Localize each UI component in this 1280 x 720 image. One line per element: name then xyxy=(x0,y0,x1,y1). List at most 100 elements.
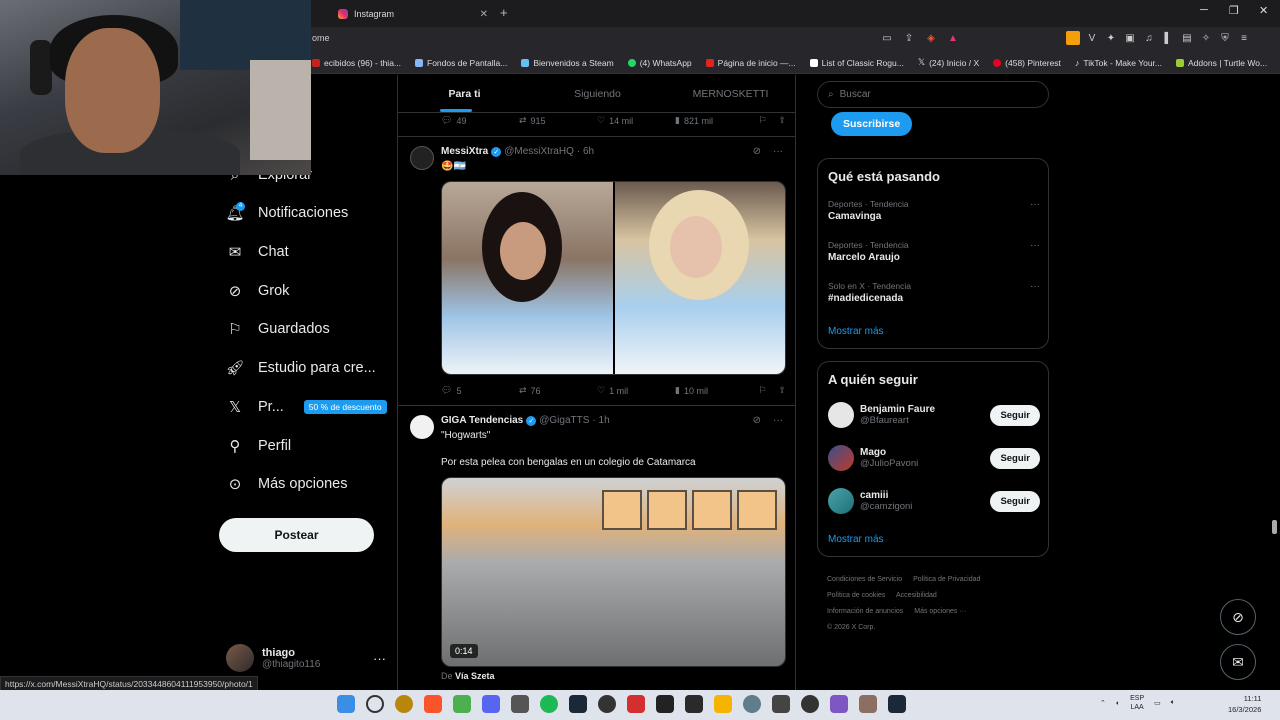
brave-rewards-icon[interactable]: ▲ xyxy=(946,31,960,45)
bookmark-item[interactable]: Bienvenidos a Steam xyxy=(521,58,614,68)
footer-link[interactable]: Política de Privacidad xyxy=(913,576,980,583)
bookmark-item[interactable]: List of Classic Rogu... xyxy=(809,58,904,68)
nav-estudio[interactable]: 🚀︎ Estudio para cre... xyxy=(225,359,375,377)
views-button[interactable]: ▮ 821 mil xyxy=(675,115,753,126)
brave-shield-icon[interactable]: ◈ xyxy=(924,31,938,45)
like-button[interactable]: ♡ 14 mil xyxy=(597,115,675,126)
follow-suggestion[interactable]: Benjamin Faure @Bfaureart Seguir xyxy=(828,402,1040,428)
nav-perfil[interactable]: ⚲ Perfil xyxy=(226,437,292,455)
epic-icon[interactable] xyxy=(685,695,703,713)
app-icon[interactable] xyxy=(627,695,645,713)
app-icon[interactable] xyxy=(859,695,877,713)
bookmark-item[interactable]: (458) Pinterest xyxy=(993,58,1061,68)
restore-icon[interactable]: ❐ xyxy=(1229,4,1239,17)
tweet-author-name[interactable]: GIGA Tendencias xyxy=(441,415,523,426)
trend-item[interactable]: Deportes · Tendencia Marcelo Araujo ··· xyxy=(828,240,1040,263)
steam-icon[interactable] xyxy=(888,695,906,713)
tweet-time[interactable]: · 1h xyxy=(592,415,609,426)
extension-orange-icon[interactable] xyxy=(1066,31,1080,45)
show-more-trends[interactable]: Mostrar más xyxy=(828,326,884,337)
more-icon[interactable]: ··· xyxy=(773,146,783,157)
close-tab-icon[interactable]: ✕ xyxy=(480,9,488,20)
media-icon[interactable]: ♫ xyxy=(1142,31,1156,45)
tab-para-ti[interactable]: Para ti xyxy=(398,75,531,112)
start-icon[interactable] xyxy=(337,695,355,713)
app-icon[interactable] xyxy=(801,695,819,713)
extension-box-icon[interactable]: ▣ xyxy=(1123,31,1137,45)
search-input[interactable]: ⌕ Buscar xyxy=(817,81,1049,108)
more-icon[interactable]: ··· xyxy=(1030,281,1040,292)
bookmark-icon[interactable]: ⚐ xyxy=(758,385,766,396)
more-icon[interactable]: ··· xyxy=(373,651,386,666)
tweet-media[interactable] xyxy=(441,181,786,375)
minimize-icon[interactable]: ─ xyxy=(1200,4,1208,16)
bookmark-item[interactable]: ecibidos (96) - thia... xyxy=(312,58,401,68)
tweet-author-name[interactable]: MessiXtra xyxy=(441,146,488,157)
tweet-avatar[interactable] xyxy=(410,415,434,439)
follow-button[interactable]: Seguir xyxy=(990,447,1040,469)
extensions-icon[interactable]: ✦ xyxy=(1104,31,1118,45)
wallet-icon[interactable]: ▤ xyxy=(1180,31,1194,45)
grok-icon[interactable]: ⊘ xyxy=(753,415,761,426)
address-text[interactable]: ome xyxy=(312,33,330,43)
leo-icon[interactable]: ✧ xyxy=(1199,31,1213,45)
share-icon[interactable]: ⇪ xyxy=(778,385,786,396)
tweet-handle[interactable]: @GigaTTS xyxy=(539,415,589,426)
grok-icon[interactable]: ⊘ xyxy=(753,146,761,157)
bookmark-item[interactable]: Fondos de Pantalla... xyxy=(415,58,507,68)
vpn-icon[interactable]: ⛨ xyxy=(1218,31,1232,45)
tweet-photo[interactable] xyxy=(614,182,785,374)
tweet-photo[interactable] xyxy=(442,182,613,374)
share-icon[interactable]: ⇪ xyxy=(902,31,916,45)
post-button[interactable]: Postear xyxy=(219,518,374,552)
tab-siguiendo[interactable]: Siguiendo xyxy=(531,75,664,112)
more-icon[interactable]: ··· xyxy=(1030,240,1040,251)
browser-tab-instagram[interactable]: Instagram ✕ xyxy=(328,4,496,24)
views-button[interactable]: ▮ 10 mil xyxy=(675,385,753,396)
menu-icon[interactable]: ≡ xyxy=(1237,31,1251,45)
share-icon[interactable]: ⇪ xyxy=(778,115,786,126)
subscribe-button[interactable]: Suscribirse xyxy=(831,112,913,136)
scrollbar[interactable] xyxy=(1272,520,1277,534)
tab-mernosketti[interactable]: MERNOSKETTI xyxy=(664,75,795,112)
like-button[interactable]: ♡ 1 mil xyxy=(597,385,675,396)
bookmark-item[interactable]: Página de inicio —... xyxy=(705,58,796,68)
app-tray-icon[interactable]: ◐ xyxy=(1116,700,1120,707)
app-icon[interactable] xyxy=(743,695,761,713)
repost-button[interactable]: ⇄ 76 xyxy=(519,385,597,396)
bookmark-icon[interactable]: ⚐ xyxy=(758,115,766,126)
nav-chat[interactable]: ✉ Chat xyxy=(226,243,289,261)
account-switcher[interactable]: thiago @thiagito116 ··· xyxy=(226,644,386,672)
chevron-up-icon[interactable]: ⌃ xyxy=(1100,699,1106,707)
steam-icon[interactable] xyxy=(569,695,587,713)
app-icon[interactable] xyxy=(772,695,790,713)
nav-guardados[interactable]: ⚐ Guardados xyxy=(226,320,329,338)
messages-float-button[interactable]: ✉ xyxy=(1220,644,1256,680)
more-icon[interactable]: ··· xyxy=(773,415,783,426)
follow-suggestion[interactable]: camiii @camzigoni Seguir xyxy=(828,488,1040,514)
follow-button[interactable]: Seguir xyxy=(990,404,1040,426)
trend-item[interactable]: Deportes · Tendencia Camavinga ··· xyxy=(828,199,1040,222)
app-icon[interactable] xyxy=(656,695,674,713)
close-window-icon[interactable]: ✕ xyxy=(1259,4,1268,17)
explorer-icon[interactable] xyxy=(714,695,732,713)
new-tab-icon[interactable]: + xyxy=(500,5,508,20)
footer-link[interactable]: Política de cookies xyxy=(827,592,885,599)
app-icon[interactable] xyxy=(511,695,529,713)
footer-link[interactable]: Más opciones ··· xyxy=(914,608,966,615)
app-icon[interactable] xyxy=(395,695,413,713)
nav-mas-opciones[interactable]: ⊙ Más opciones xyxy=(226,475,348,493)
tweet-time[interactable]: · 6h xyxy=(577,146,594,157)
follow-suggestion[interactable]: Mago @JulioPavoni Seguir xyxy=(828,445,1040,471)
spotify-icon[interactable] xyxy=(540,695,558,713)
language-indicator[interactable]: ESP LAA xyxy=(1130,694,1144,712)
bookmark-item[interactable]: (4) WhatsApp xyxy=(627,58,692,68)
tweet-avatar[interactable] xyxy=(410,146,434,170)
bookmark-item[interactable]: Addons | Turtle Wo... xyxy=(1176,58,1267,68)
grok-float-button[interactable]: ⊘ xyxy=(1220,599,1256,635)
clock[interactable]: 11:11 16/3/2026 xyxy=(1228,693,1261,715)
app-icon[interactable] xyxy=(453,695,471,713)
discord-icon[interactable] xyxy=(482,695,500,713)
nav-grok[interactable]: ⊘ Grok xyxy=(226,282,290,300)
tweet-handle[interactable]: @MessiXtraHQ xyxy=(504,146,574,157)
